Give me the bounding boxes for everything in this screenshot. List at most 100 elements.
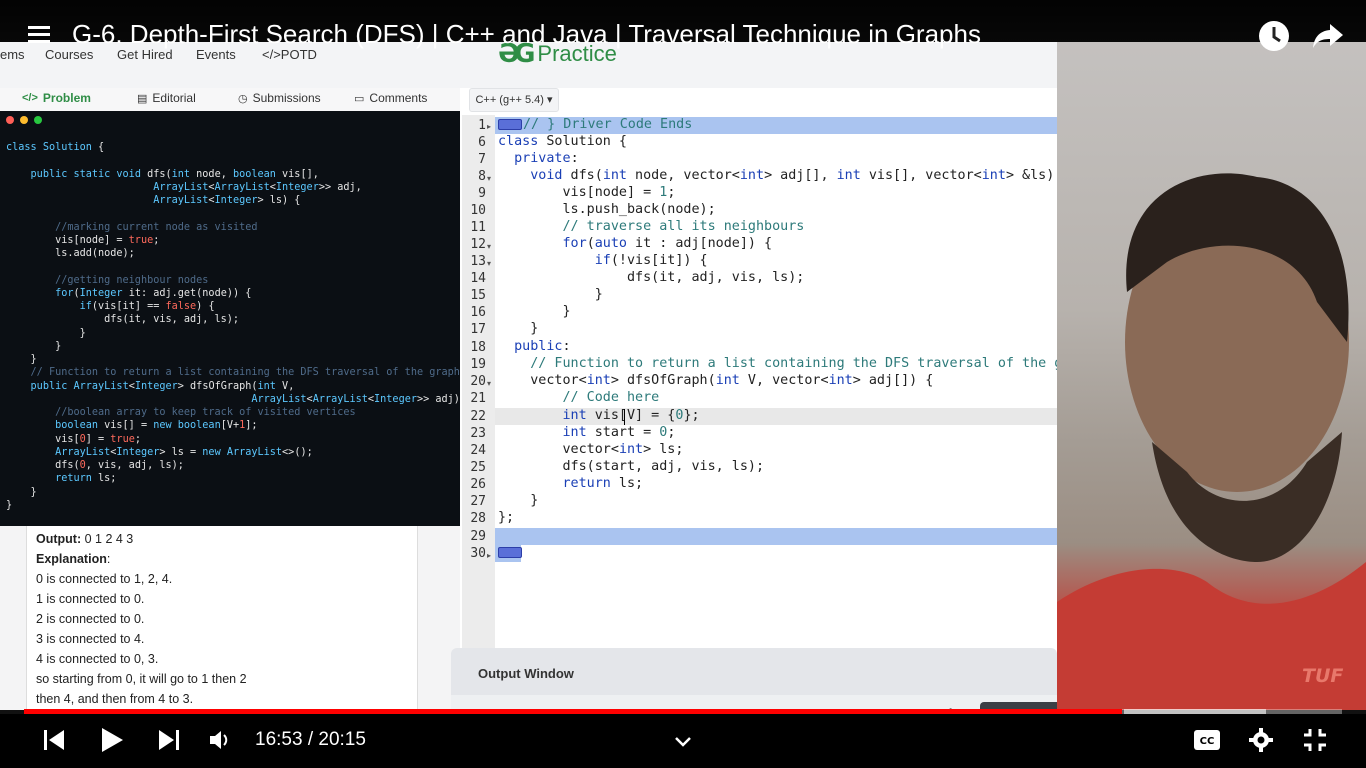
fold-marker: ▾	[487, 379, 492, 388]
code-line: }	[498, 493, 539, 508]
line-number: 23	[470, 426, 486, 441]
explanation-line: 4 is connected to 0, 3.	[36, 652, 159, 666]
time-display: 16:53 / 20:15	[255, 729, 366, 750]
line-number: 6	[478, 135, 486, 150]
skip-previous-icon[interactable]	[43, 729, 65, 755]
line-number: 11	[470, 220, 486, 235]
video-title[interactable]: G-6. Depth-First Search (DFS) | C++ and …	[72, 19, 981, 50]
line-number: 9	[478, 186, 486, 201]
code-line: vector<int> dfsOfGraph(int V, vector<int…	[498, 373, 934, 388]
code-line: }	[498, 287, 603, 302]
line-number: 17	[470, 322, 486, 337]
fold-placeholder	[498, 546, 522, 558]
code-line: private:	[514, 151, 579, 166]
explanation-line: then 4, and then from 4 to 3.	[36, 692, 194, 706]
fullscreen-exit-icon[interactable]	[1303, 728, 1327, 756]
code-line: // } Driver Code Ends	[498, 117, 692, 132]
menu-icon[interactable]	[28, 26, 50, 48]
gear-icon[interactable]	[1249, 728, 1273, 756]
line-number: 26	[470, 477, 486, 492]
explanation-panel: Output: 0 1 2 4 3 Explanation: 0 is conn…	[0, 526, 460, 710]
minimize-dot	[20, 116, 28, 124]
line-number: 29	[470, 529, 486, 544]
clock-icon[interactable]	[1258, 20, 1290, 56]
fold-marker: ▾	[487, 242, 492, 251]
tab-comments: ▭ Comments	[354, 91, 427, 105]
video-frame[interactable]: ems Courses Get Hired Events </>POTD ƏG …	[0, 0, 1366, 768]
explanation-card: Output: 0 1 2 4 3 Explanation: 0 is conn…	[26, 526, 418, 710]
code-line: dfs(it, adj, vis, ls);	[498, 270, 805, 285]
line-number: 19	[470, 357, 486, 372]
line-number: 16	[470, 305, 486, 320]
window-dots	[6, 116, 42, 124]
play-icon[interactable]	[100, 727, 124, 757]
close-dot	[6, 116, 14, 124]
output-window: Output Window	[451, 648, 1057, 695]
code-line: return ls;	[562, 476, 644, 491]
code-line: if(!vis[it]) {	[594, 253, 708, 268]
skip-next-icon[interactable]	[158, 729, 180, 755]
captions-icon[interactable]: CC	[1194, 730, 1220, 754]
code-line: vector<int> ls;	[498, 442, 684, 457]
code-line: int vis[V] = {0};	[562, 408, 700, 423]
tab-comments-label: Comments	[369, 91, 428, 105]
fold-marker: ▸	[487, 122, 492, 131]
explanation-line: so starting from 0, it will go to 1 then…	[36, 672, 247, 686]
line-number: 15	[470, 288, 486, 303]
svg-text:CC: CC	[1200, 736, 1215, 747]
line-number: 25	[470, 460, 486, 475]
code-line: class Solution {	[498, 134, 627, 149]
code-line: }	[498, 321, 539, 336]
output-line: Output: 0 1 2 4 3	[36, 532, 133, 546]
clock-icon: ◷	[238, 92, 248, 105]
line-number: 20	[470, 374, 486, 389]
code-line: // Function to return a list containing …	[530, 356, 1095, 371]
line-number: 12	[470, 237, 486, 252]
java-code-panel: class Solution { public static void dfs(…	[0, 111, 466, 526]
fold-marker: ▾	[487, 259, 492, 268]
maximize-dot	[34, 116, 42, 124]
explanation-line: 1 is connected to 0.	[36, 592, 145, 606]
tab-submissions: ◷ Submissions	[238, 91, 321, 105]
volume-icon[interactable]	[209, 730, 233, 754]
code-line: public:	[514, 339, 571, 354]
explanation-line: 3 is connected to 4.	[36, 632, 145, 646]
chat-icon: ▭	[354, 92, 365, 105]
line-number: 1	[478, 118, 486, 133]
output-label: Output:	[36, 532, 82, 546]
line-number: 22	[470, 409, 486, 424]
code-line: int start = 0;	[562, 425, 676, 440]
tab-editorial-label: Editorial	[152, 91, 196, 105]
line-number: 14	[470, 271, 486, 286]
code-line: void dfs(int node, vector<int> adj[], in…	[530, 168, 1071, 183]
output-window-title: Output Window	[478, 666, 574, 681]
code-line: for(auto it : adj[node]) {	[562, 236, 773, 251]
line-number: 10	[470, 203, 486, 218]
code-line: // traverse all its neighbours	[562, 219, 805, 234]
tuf-watermark: TUF	[1302, 665, 1344, 687]
webcam-feed	[1057, 42, 1366, 710]
language-label: C++ (g++ 5.4)	[475, 94, 544, 106]
share-icon[interactable]	[1312, 22, 1344, 54]
selection-highlight	[495, 528, 1057, 545]
language-select: C++ (g++ 5.4) ▾	[469, 88, 559, 112]
fold-marker: ▾	[487, 174, 492, 183]
java-code: class Solution { public static void dfs(…	[6, 142, 467, 511]
explanation-line: 2 is connected to 0.	[36, 612, 145, 626]
code-line: vis[node] = 1;	[498, 185, 676, 200]
line-number: 24	[470, 443, 486, 458]
line-number: 18	[470, 340, 486, 355]
editor-footer	[451, 695, 1057, 710]
text-cursor	[624, 409, 625, 425]
code-line	[498, 545, 523, 560]
presenter-image	[1057, 173, 1366, 710]
line-number: 30	[470, 546, 486, 561]
line-number: 28	[470, 511, 486, 526]
tab-submissions-label: Submissions	[252, 91, 321, 105]
explanation-label: Explanation	[36, 552, 107, 566]
line-number: 8	[478, 169, 486, 184]
nav-link-problems: ems	[0, 47, 25, 62]
chevron-down-icon[interactable]	[675, 732, 691, 751]
code-icon: </>	[22, 92, 38, 104]
code-line: ls.push_back(node);	[498, 202, 716, 217]
